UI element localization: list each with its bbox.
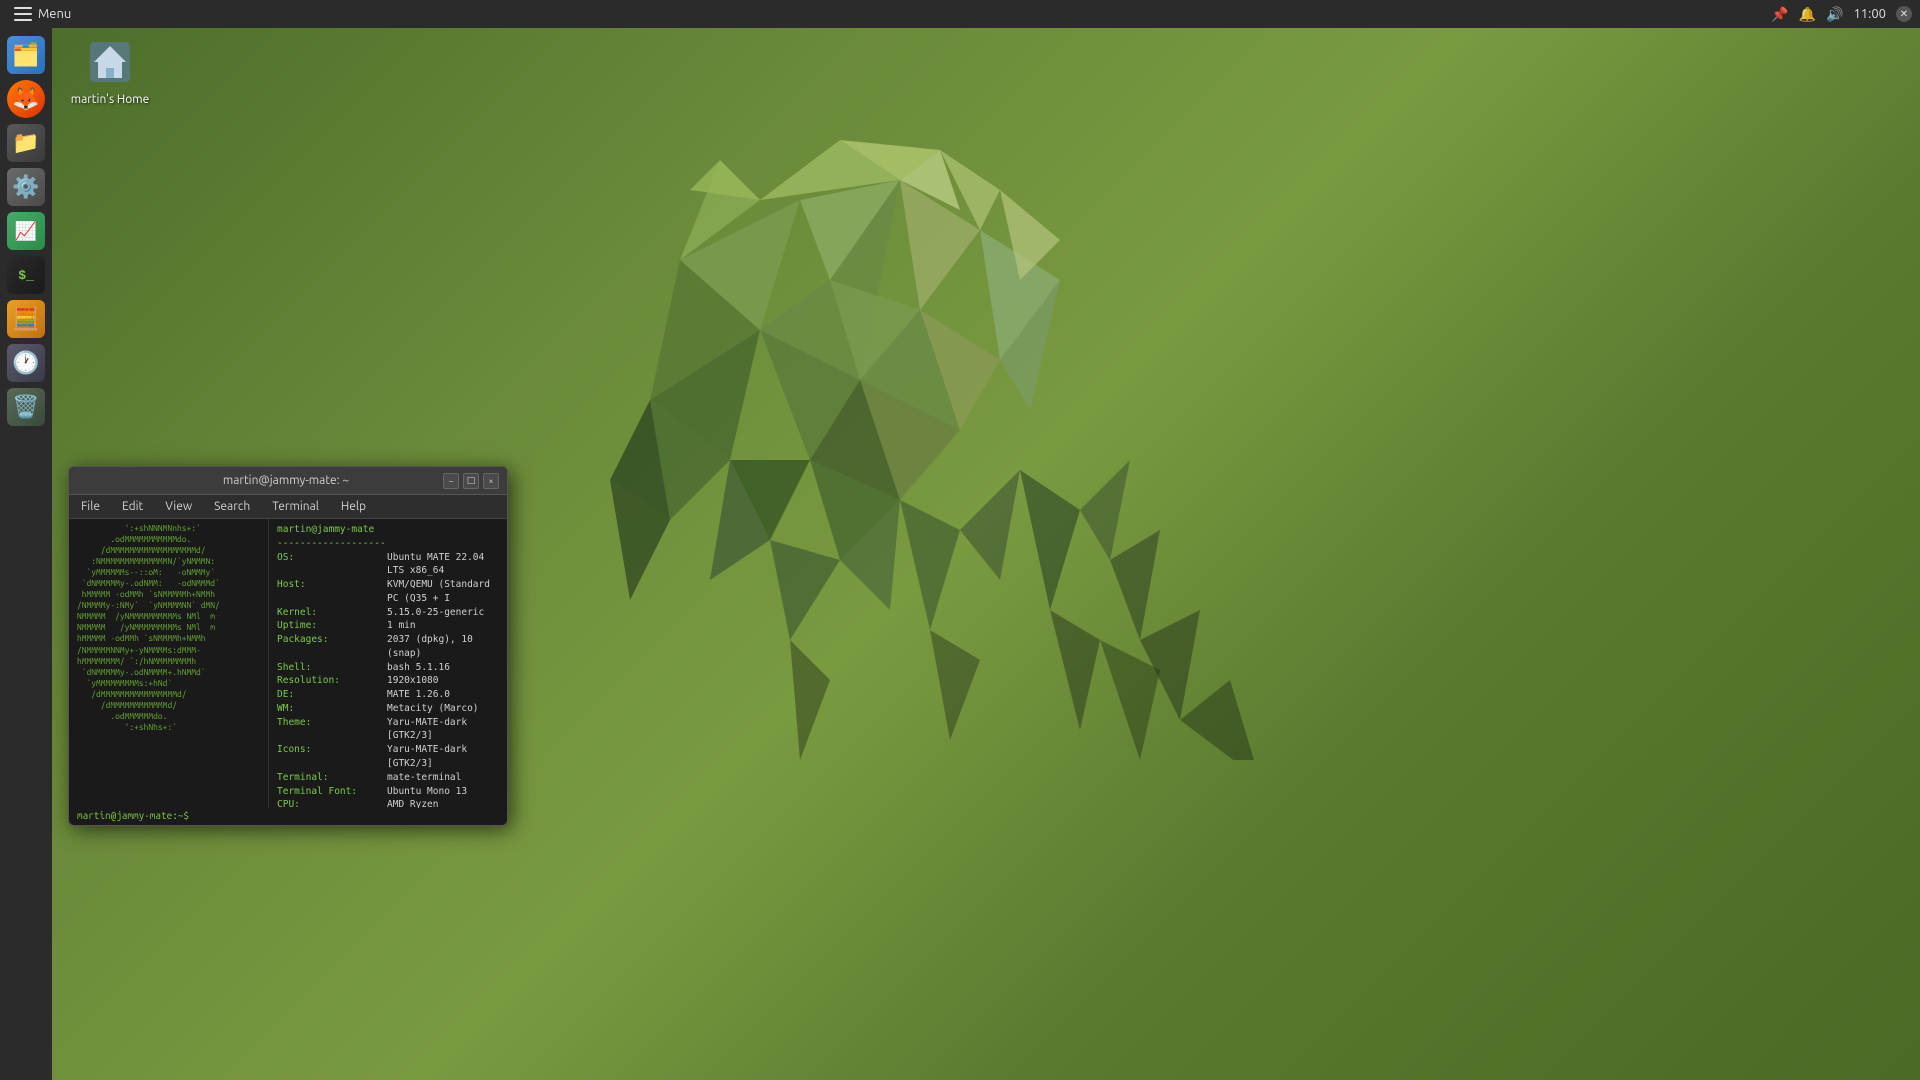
folder-icon: 📁 bbox=[12, 130, 39, 156]
close-button[interactable]: × bbox=[483, 473, 499, 489]
sysinfo-de-val: MATE 1.26.0 bbox=[387, 688, 450, 702]
terminal-title: martin@jammy-mate: ~ bbox=[129, 474, 443, 487]
panel-close-button[interactable]: ✕ bbox=[1896, 6, 1912, 22]
sysinfo-kernel-val: 5.15.0-25-generic bbox=[387, 606, 484, 620]
menu-view[interactable]: View bbox=[161, 498, 196, 515]
firefox-icon: 🦊 bbox=[12, 86, 39, 112]
sysinfo-wm-val: Metacity (Marco) bbox=[387, 702, 479, 716]
pushpin-icon[interactable]: 📌 bbox=[1771, 6, 1788, 23]
sysinfo-icons-val: Yaru-MATE-dark [GTK2/3] bbox=[387, 743, 499, 771]
calculator-icon: 🧮 bbox=[12, 306, 39, 332]
sysinfo-shell-val: bash 5.1.16 bbox=[387, 661, 450, 675]
settings-icon: ⚙️ bbox=[12, 174, 39, 200]
menu-help[interactable]: Help bbox=[337, 498, 370, 515]
sidebar-item-folder[interactable]: 📁 bbox=[7, 124, 45, 162]
terminal-body: ':+shNNNMNnhs+:` .odMMMMMMMMMMMdo. /dMMM… bbox=[69, 519, 507, 808]
volume-icon[interactable]: 🔊 bbox=[1826, 6, 1843, 23]
sysinfo-terminal-val: mate-terminal bbox=[387, 771, 461, 785]
sysinfo-resolution-val: 1920x1080 bbox=[387, 674, 438, 688]
sidebar-item-files[interactable]: 🗂️ bbox=[7, 36, 45, 74]
terminal-ascii-art: ':+shNNNMNnhs+:` .odMMMMMMMMMMMdo. /dMMM… bbox=[69, 519, 269, 808]
sysinfo-kernel-key: Kernel: bbox=[277, 606, 387, 620]
sidebar-item-terminal[interactable]: $_ bbox=[7, 256, 45, 294]
terminal-icon: $_ bbox=[18, 268, 34, 283]
sysinfo-resolution-key: Resolution: bbox=[277, 674, 387, 688]
sysinfo-os-val: Ubuntu MATE 22.04 LTS x86_64 bbox=[387, 551, 499, 579]
sysinfo-separator: ------------------- bbox=[277, 537, 386, 551]
sysinfo-wm-key: WM: bbox=[277, 702, 387, 716]
menu-search[interactable]: Search bbox=[210, 498, 254, 515]
terminal-titlebar: martin@jammy-mate: ~ − □ × bbox=[69, 467, 507, 495]
panel-right: 📌 🔔 🔊 11:00 ✕ bbox=[1771, 6, 1912, 23]
sysinfo-host-key: Host: bbox=[277, 578, 387, 606]
terminal-menubar: File Edit View Search Terminal Help bbox=[69, 495, 507, 519]
sysinfo-de-key: DE: bbox=[277, 688, 387, 702]
sysinfo-os-key: OS: bbox=[277, 551, 387, 579]
sidebar-item-clock[interactable]: 🕐 bbox=[7, 344, 45, 382]
menu-file[interactable]: File bbox=[77, 498, 104, 515]
sysinfo-cpu-val: AMD Ryzen Threadripper 3970X (1 bbox=[387, 798, 499, 808]
sysinfo-packages-val: 2037 (dpkg), 10 (snap) bbox=[387, 633, 499, 661]
sidebar-item-trash[interactable]: 🗑️ bbox=[7, 388, 45, 426]
monitor-icon: 📈 bbox=[15, 221, 37, 242]
terminal-sysinfo: martin@jammy-mate ------------------- OS… bbox=[269, 519, 507, 808]
sysinfo-terminal-key: Terminal: bbox=[277, 771, 387, 785]
sysinfo-shell-key: Shell: bbox=[277, 661, 387, 675]
sidebar-item-calculator[interactable]: 🧮 bbox=[7, 300, 45, 338]
trash-icon: 🗑️ bbox=[12, 394, 39, 420]
minimize-button[interactable]: − bbox=[443, 473, 459, 489]
sidebar-item-settings[interactable]: ⚙️ bbox=[7, 168, 45, 206]
top-panel: Menu 📌 🔔 🔊 11:00 ✕ bbox=[0, 0, 1920, 28]
sysinfo-termfont-key: Terminal Font: bbox=[277, 785, 387, 799]
clock-display: 11:00 bbox=[1853, 7, 1886, 21]
sysinfo-cpu-key: CPU: bbox=[277, 798, 387, 808]
sysinfo-host-val: KVM/QEMU (Standard PC (Q35 + I bbox=[387, 578, 499, 606]
sysinfo-user: martin@jammy-mate bbox=[277, 523, 387, 537]
menu-button[interactable]: Menu bbox=[8, 5, 77, 23]
sysinfo-uptime-key: Uptime: bbox=[277, 619, 387, 633]
window-controls: − □ × bbox=[443, 473, 499, 489]
jellyfish-wallpaper bbox=[380, 80, 1280, 760]
maximize-button[interactable]: □ bbox=[463, 473, 479, 489]
files-icon: 🗂️ bbox=[12, 42, 39, 68]
panel-left: Menu bbox=[8, 5, 77, 23]
left-sidebar: 🗂️ 🦊 📁 ⚙️ 📈 $_ 🧮 🕐 🗑️ bbox=[0, 28, 52, 1080]
menu-edit[interactable]: Edit bbox=[118, 498, 147, 515]
home-icon-label: martin's Home bbox=[71, 92, 150, 108]
sysinfo-icons-key: Icons: bbox=[277, 743, 387, 771]
terminal-prompt[interactable]: martin@jammy-mate:~$ bbox=[69, 808, 507, 825]
sidebar-item-firefox[interactable]: 🦊 bbox=[7, 80, 45, 118]
sysinfo-packages-key: Packages: bbox=[277, 633, 387, 661]
menu-label: Menu bbox=[38, 7, 71, 21]
menu-terminal[interactable]: Terminal bbox=[268, 498, 323, 515]
desktop-icon-home[interactable]: martin's Home bbox=[65, 38, 155, 108]
clock-icon: 🕐 bbox=[12, 350, 39, 376]
sidebar-item-monitor[interactable]: 📈 bbox=[7, 212, 45, 250]
terminal-window: martin@jammy-mate: ~ − □ × File Edit Vie… bbox=[68, 466, 508, 826]
bell-icon[interactable]: 🔔 bbox=[1799, 6, 1816, 23]
menu-icon bbox=[14, 7, 32, 21]
home-icon bbox=[86, 38, 134, 86]
sysinfo-termfont-val: Ubuntu Mono 13 bbox=[387, 785, 467, 799]
sysinfo-theme-val: Yaru-MATE-dark [GTK2/3] bbox=[387, 716, 499, 744]
sysinfo-theme-key: Theme: bbox=[277, 716, 387, 744]
sysinfo-uptime-val: 1 min bbox=[387, 619, 416, 633]
